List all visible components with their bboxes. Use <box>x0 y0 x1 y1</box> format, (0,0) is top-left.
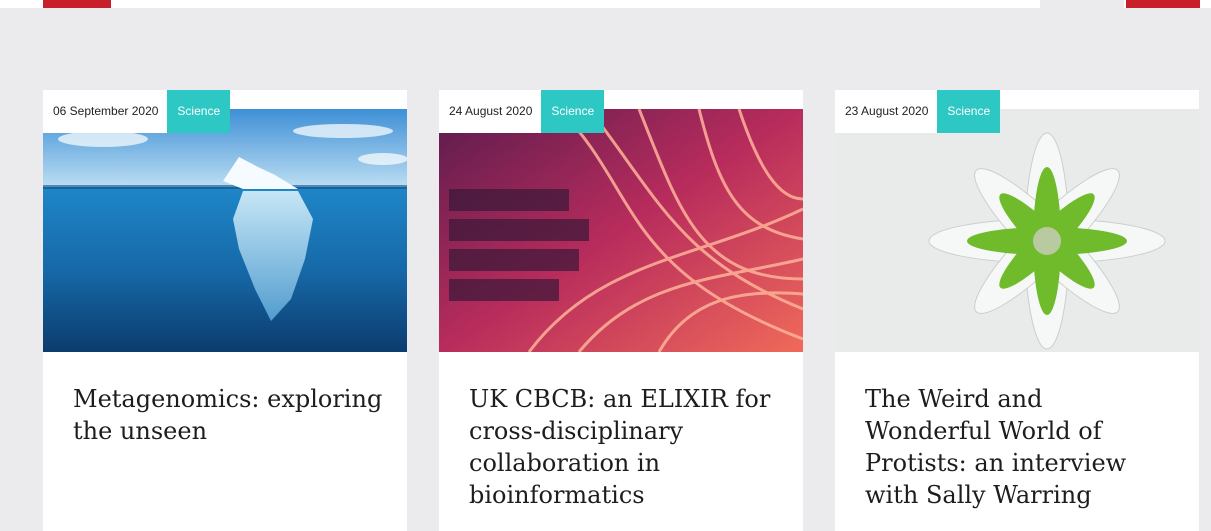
article-date: 06 September 2020 <box>43 90 168 133</box>
article-meta: 23 August 2020 Science <box>835 90 1001 133</box>
header-accent-left <box>43 0 111 8</box>
article-meta: 24 August 2020 Science <box>439 90 605 133</box>
article-meta: 06 September 2020 Science <box>43 90 231 133</box>
article-date: 23 August 2020 <box>835 90 938 133</box>
article-title[interactable]: UK CBCB: an ELIXIR for cross-disciplinar… <box>469 383 779 511</box>
site-header-strip <box>0 0 1211 8</box>
category-tag[interactable]: Science <box>937 90 1001 133</box>
fiber-cables-image <box>439 109 803 352</box>
header-menu-button[interactable] <box>1126 0 1200 8</box>
category-tag[interactable]: Science <box>167 90 231 133</box>
article-title[interactable]: Metagenomics: exploring the unseen <box>73 383 383 447</box>
iceberg-image <box>43 109 407 352</box>
article-card[interactable]: 24 August 2020 Science UK CBCB: an ELIXI… <box>439 90 803 531</box>
article-image[interactable] <box>439 109 803 352</box>
category-tag[interactable]: Science <box>541 90 605 133</box>
article-card[interactable]: 23 August 2020 Science The Weird and Won… <box>835 90 1199 531</box>
article-image[interactable] <box>835 109 1199 352</box>
protist-micrograph-image <box>835 109 1199 352</box>
article-title[interactable]: The Weird and Wonderful World of Protist… <box>865 383 1175 511</box>
article-card[interactable]: 06 September 2020 Science Metagenomics: … <box>43 90 407 531</box>
article-image[interactable] <box>43 109 407 352</box>
article-date: 24 August 2020 <box>439 90 542 133</box>
header-gap <box>1040 0 1124 8</box>
